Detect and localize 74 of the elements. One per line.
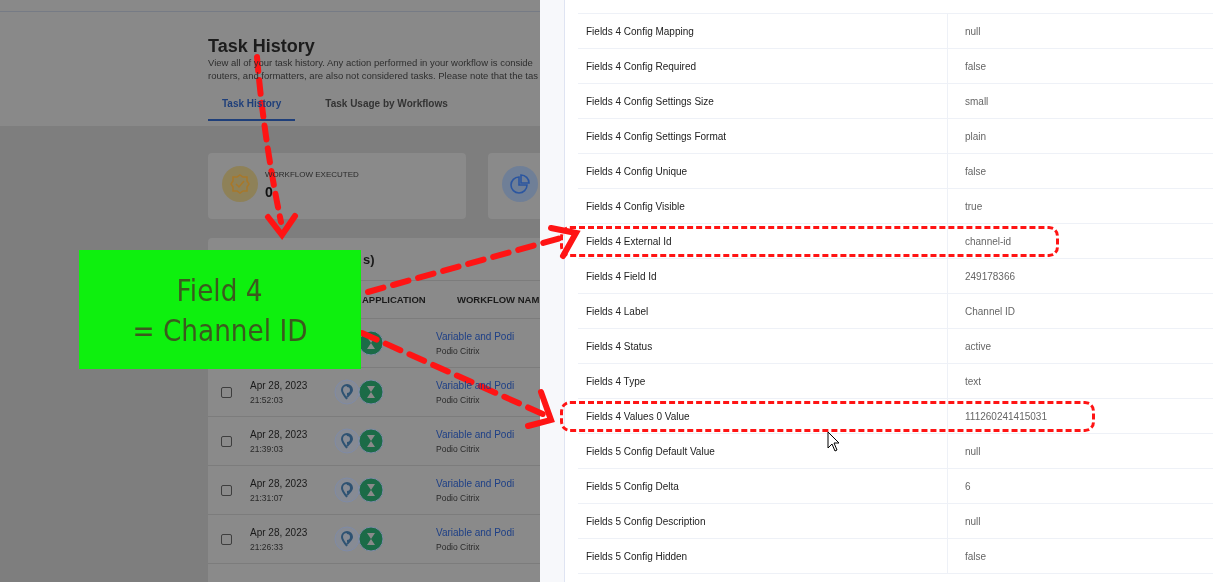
hourglass-icon <box>358 526 384 552</box>
description-text: routers, and formatters, are also not considered tasks. Please note that the tas <box>208 69 540 82</box>
tab[interactable]: Task Usage by Workflows <box>311 92 462 121</box>
pie-chart-icon <box>502 166 538 202</box>
row-checkbox[interactable] <box>221 386 232 398</box>
field-name: Fields 4 Field Id <box>586 270 657 282</box>
note-text: = Channel ID <box>132 310 308 350</box>
field-name: Fields 5 Config Description <box>586 515 706 527</box>
time-text: 21:26:33 <box>250 541 285 552</box>
pin-icon <box>334 526 360 552</box>
column-header: APPLICATION <box>362 294 427 305</box>
field-value: null <box>965 25 981 37</box>
app-name: Podio Citrix <box>436 443 481 454</box>
workflow-link[interactable]: Variable and Podi <box>436 477 515 489</box>
time-text: 21:31:07 <box>250 492 285 503</box>
field-value: active <box>965 340 992 352</box>
pin-icon <box>334 477 360 503</box>
field-value: channel-id <box>965 235 1012 247</box>
field-name: Fields 4 Config Unique <box>586 165 688 177</box>
field-value: 249178366 <box>965 270 1016 282</box>
date-text: Apr 28, 2023 <box>250 379 309 391</box>
field-name: Fields 4 Config Mapping <box>586 25 694 37</box>
field-value: false <box>965 60 987 72</box>
field-value: small <box>965 95 989 107</box>
field-name: Fields 4 Config Settings Size <box>586 95 714 107</box>
column-header: WORKFLOW NAM <box>457 294 540 305</box>
row-checkbox[interactable] <box>221 533 232 545</box>
field-name: Fields 5 Config Default Value <box>586 445 715 457</box>
field-value: 111260241415031 <box>965 410 1047 422</box>
date-text: Apr 28, 2023 <box>250 428 309 440</box>
field-value: Channel ID <box>965 305 1016 317</box>
workflow-link[interactable]: Variable and Podi <box>436 526 515 538</box>
field-value: null <box>965 445 981 457</box>
field-value: false <box>965 165 987 177</box>
app-name: Podio Citrix <box>436 394 481 405</box>
hourglass-icon <box>358 477 384 503</box>
pin-icon <box>334 428 360 454</box>
field-name: Fields 4 Status <box>586 340 653 352</box>
field-name: Fields 4 Label <box>586 305 649 317</box>
field-value: true <box>965 200 983 212</box>
workflow-link[interactable]: Variable and Podi <box>436 330 515 342</box>
field-value: false <box>965 550 987 562</box>
hourglass-icon <box>358 379 384 405</box>
field-value: text <box>965 375 982 387</box>
field-name: Fields 4 Values 0 Value <box>586 410 690 422</box>
field-name: Fields 5 Config Hidden <box>586 550 688 562</box>
date-text: Apr 28, 2023 <box>250 477 309 489</box>
time-text: 21:52:03 <box>250 394 285 405</box>
app-name: Podio Citrix <box>436 492 481 503</box>
badge-check-icon <box>222 166 258 202</box>
field-name: Fields 4 Config Settings Format <box>586 130 727 142</box>
cursor-icon <box>827 431 840 452</box>
hourglass-icon <box>358 428 384 454</box>
stat-value: 0 <box>265 184 274 200</box>
field-value: 6 <box>965 480 971 492</box>
date-text: Apr 28, 2023 <box>250 526 309 538</box>
field-name: Fields 4 External Id <box>586 235 672 247</box>
field-value: plain <box>965 130 987 142</box>
time-text: 21:39:03 <box>250 443 285 454</box>
field-name: Fields 5 Config Delta <box>586 480 679 492</box>
row-checkbox[interactable] <box>221 435 232 447</box>
page-title: Task History <box>208 36 316 56</box>
workflow-link[interactable]: Variable and Podi <box>436 379 515 391</box>
field-name: Fields 4 Type <box>586 375 646 387</box>
field-value: null <box>965 515 981 527</box>
workflow-link[interactable]: Variable and Podi <box>436 428 515 440</box>
table-title: s) <box>363 251 375 267</box>
app-name: Podio Citrix <box>436 345 481 356</box>
field-name: Fields 4 Config Visible <box>586 200 685 212</box>
row-checkbox[interactable] <box>221 484 232 496</box>
note-text: Field 4 <box>177 270 263 310</box>
app-name: Podio Citrix <box>436 541 481 552</box>
pin-icon <box>334 379 360 405</box>
field-name: Fields 4 Config Required <box>586 60 697 72</box>
